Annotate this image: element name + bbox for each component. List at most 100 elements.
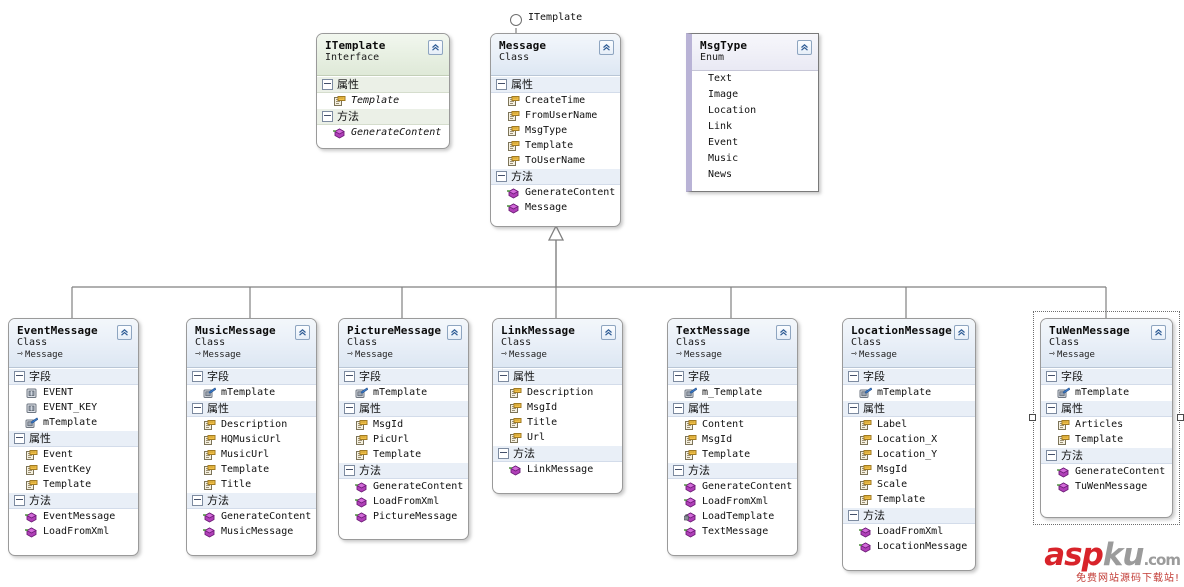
member-row[interactable]: PictureMessage <box>339 509 468 524</box>
lollipop-interface-itemplate[interactable]: ITemplate <box>510 12 582 26</box>
collapse-minus-icon[interactable] <box>14 433 25 444</box>
member-row[interactable]: MusicUrl <box>187 447 316 462</box>
uml-shape-picturemessage[interactable]: PictureMessage Class ⇾ Message 字段 mTemplate 属性… <box>338 318 469 540</box>
collapse-minus-icon[interactable] <box>344 371 355 382</box>
collapse-chevron-button[interactable] <box>295 325 310 340</box>
member-row[interactable]: CreateTime <box>491 93 620 108</box>
compartment-header[interactable]: 字段 <box>1041 368 1172 385</box>
member-row[interactable]: Title <box>187 477 316 492</box>
member-row[interactable]: GenerateContent <box>1041 464 1172 479</box>
member-row[interactable]: EVENT <box>9 385 138 400</box>
member-row[interactable]: Articles <box>1041 417 1172 432</box>
collapse-chevron-button[interactable] <box>1151 325 1166 340</box>
compartment-header[interactable]: 方法 <box>9 492 138 509</box>
member-row[interactable]: LinkMessage <box>493 462 622 477</box>
resize-handle[interactable] <box>1029 414 1036 421</box>
collapse-minus-icon[interactable] <box>673 371 684 382</box>
member-row[interactable]: MsgId <box>668 432 797 447</box>
member-row[interactable]: LoadFromXml <box>339 494 468 509</box>
compartment-header[interactable]: 属性 <box>339 400 468 417</box>
shape-header[interactable]: LinkMessage Class ⇾ Message <box>493 319 622 368</box>
collapse-minus-icon[interactable] <box>192 495 203 506</box>
member-row[interactable]: MusicMessage <box>187 524 316 539</box>
compartment-header[interactable]: 方法 <box>339 462 468 479</box>
compartment-header[interactable]: 属性 <box>491 76 620 93</box>
member-row[interactable]: Template <box>187 462 316 477</box>
member-row[interactable]: TextMessage <box>668 524 797 539</box>
collapse-chevron-button[interactable] <box>599 40 614 55</box>
member-row[interactable]: EventKey <box>9 462 138 477</box>
shape-header[interactable]: EventMessage Class ⇾ Message <box>9 319 138 368</box>
member-row[interactable]: EventMessage <box>9 509 138 524</box>
member-row[interactable]: GenerateContent <box>187 509 316 524</box>
uml-shape-linkmessage[interactable]: LinkMessage Class ⇾ Message 属性 Description Msg… <box>492 318 623 494</box>
member-row[interactable]: Template <box>9 477 138 492</box>
collapse-minus-icon[interactable] <box>498 371 509 382</box>
member-row[interactable]: Message <box>491 200 620 215</box>
shape-header[interactable]: ITemplate Interface <box>317 34 449 76</box>
enum-value[interactable]: Image <box>692 87 818 103</box>
collapse-minus-icon[interactable] <box>344 465 355 476</box>
member-row[interactable]: mTemplate <box>9 415 138 430</box>
member-row[interactable]: Event <box>9 447 138 462</box>
compartment-header[interactable]: 方法 <box>493 445 622 462</box>
member-row[interactable]: PicUrl <box>339 432 468 447</box>
collapse-chevron-button[interactable] <box>954 325 969 340</box>
member-row[interactable]: Url <box>493 430 622 445</box>
member-row[interactable]: Description <box>187 417 316 432</box>
uml-shape-msgtype[interactable]: MsgType Enum Text Image Location Link Event Mus… <box>686 33 819 192</box>
member-row[interactable]: Template <box>843 492 975 507</box>
member-row[interactable]: LoadTemplate <box>668 509 797 524</box>
collapse-minus-icon[interactable] <box>14 495 25 506</box>
member-row[interactable]: Template <box>491 138 620 153</box>
compartment-header[interactable]: 方法 <box>1041 447 1172 464</box>
member-row[interactable]: FromUserName <box>491 108 620 123</box>
shape-header[interactable]: LocationMessage Class ⇾ Message <box>843 319 975 368</box>
collapse-minus-icon[interactable] <box>192 403 203 414</box>
member-row[interactable]: HQMusicUrl <box>187 432 316 447</box>
compartment-header[interactable]: 属性 <box>9 430 138 447</box>
compartment-header[interactable]: 方法 <box>843 507 975 524</box>
member-row[interactable]: Location_Y <box>843 447 975 462</box>
compartment-header[interactable]: 属性 <box>668 400 797 417</box>
collapse-minus-icon[interactable] <box>1046 450 1057 461</box>
compartment-header[interactable]: 属性 <box>1041 400 1172 417</box>
uml-shape-musicmessage[interactable]: MusicMessage Class ⇾ Message 字段 mTemplate 属性 De… <box>186 318 317 556</box>
collapse-minus-icon[interactable] <box>344 403 355 414</box>
compartment-header[interactable]: 方法 <box>317 108 449 125</box>
member-row[interactable]: GenerateContent <box>668 479 797 494</box>
collapse-chevron-button[interactable] <box>776 325 791 340</box>
collapse-chevron-button[interactable] <box>447 325 462 340</box>
collapse-minus-icon[interactable] <box>673 403 684 414</box>
shape-header[interactable]: TextMessage Class ⇾ Message <box>668 319 797 368</box>
enum-value[interactable]: Location <box>692 103 818 119</box>
uml-shape-textmessage[interactable]: TextMessage Class ⇾ Message 字段 m_Template 属性 Co… <box>667 318 798 556</box>
compartment-header[interactable]: 属性 <box>187 400 316 417</box>
collapse-chevron-button[interactable] <box>428 40 443 55</box>
collapse-minus-icon[interactable] <box>14 371 25 382</box>
member-row[interactable]: Content <box>668 417 797 432</box>
member-row[interactable]: Label <box>843 417 975 432</box>
member-row[interactable]: LoadFromXml <box>668 494 797 509</box>
uml-shape-itemplate[interactable]: ITemplate Interface 属性 Template 方法 GenerateCo… <box>316 33 450 149</box>
collapse-minus-icon[interactable] <box>496 79 507 90</box>
collapse-minus-icon[interactable] <box>498 448 509 459</box>
member-row[interactable]: Template <box>668 447 797 462</box>
shape-header[interactable]: MusicMessage Class ⇾ Message <box>187 319 316 368</box>
member-row[interactable]: mTemplate <box>1041 385 1172 400</box>
member-row[interactable]: mTemplate <box>843 385 975 400</box>
collapse-minus-icon[interactable] <box>1046 371 1057 382</box>
collapse-minus-icon[interactable] <box>322 79 333 90</box>
member-row[interactable]: GenerateContent <box>339 479 468 494</box>
compartment-header[interactable]: 方法 <box>491 168 620 185</box>
member-row[interactable]: MsgId <box>339 417 468 432</box>
member-row[interactable]: GenerateContent <box>491 185 620 200</box>
member-row[interactable]: m_Template <box>668 385 797 400</box>
collapse-minus-icon[interactable] <box>848 371 859 382</box>
member-row[interactable]: LoadFromXml <box>843 524 975 539</box>
member-row[interactable]: LoadFromXml <box>9 524 138 539</box>
collapse-minus-icon[interactable] <box>496 171 507 182</box>
collapse-chevron-button[interactable] <box>117 325 132 340</box>
member-row[interactable]: Description <box>493 385 622 400</box>
shape-header[interactable]: PictureMessage Class ⇾ Message <box>339 319 468 368</box>
